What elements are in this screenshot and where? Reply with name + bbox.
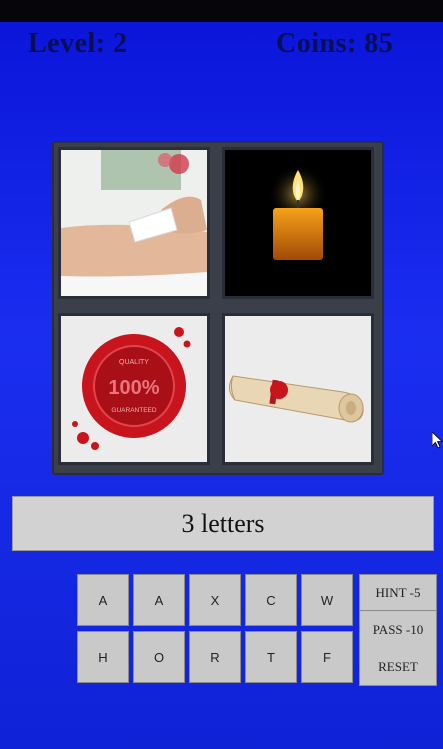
letter-key[interactable]: T <box>245 631 297 683</box>
game-screen: Level: 2 Coins: 85 QUALITY 100% GUARANTE… <box>0 0 443 749</box>
letter-key[interactable]: A <box>133 574 185 626</box>
hint-button[interactable]: HINT -5 <box>360 575 436 611</box>
picture-scroll <box>222 313 374 465</box>
answer-length-text: 3 letters <box>181 508 265 538</box>
picture-board: QUALITY 100% GUARANTEED <box>52 141 384 475</box>
letter-key[interactable]: F <box>301 631 353 683</box>
letter-key[interactable]: R <box>189 631 241 683</box>
candle-illustration <box>225 150 371 296</box>
seal-bottom-text: GUARANTEED <box>111 407 156 414</box>
letter-key[interactable]: C <box>245 574 297 626</box>
seal-center-text: 100% <box>108 377 159 399</box>
picture-candle <box>222 147 374 299</box>
picture-wax-seal: QUALITY 100% GUARANTEED <box>58 313 210 465</box>
pass-button[interactable]: PASS -10 <box>360 612 436 648</box>
coins-label: Coins: 85 <box>276 28 394 59</box>
letter-key[interactable]: O <box>133 631 185 683</box>
letter-keyboard: A A X C W H O R T F <box>77 574 357 686</box>
seal-top-text: QUALITY <box>119 359 149 366</box>
level-label: Level: 2 <box>28 28 128 59</box>
wax-seal-illustration: QUALITY 100% GUARANTEED <box>61 316 207 462</box>
letter-key[interactable]: X <box>189 574 241 626</box>
letter-key[interactable]: A <box>77 574 129 626</box>
letter-key[interactable]: W <box>301 574 353 626</box>
reset-button[interactable]: RESET <box>360 649 436 685</box>
picture-waxing <box>58 147 210 299</box>
answer-length-hint: 3 letters <box>12 496 434 551</box>
letter-key[interactable]: H <box>77 631 129 683</box>
mouse-pointer-icon <box>432 432 443 449</box>
top-bar <box>0 0 443 22</box>
action-panel: HINT -5 PASS -10 RESET <box>359 574 437 686</box>
scroll-illustration <box>225 316 371 462</box>
waxing-illustration <box>61 150 207 296</box>
